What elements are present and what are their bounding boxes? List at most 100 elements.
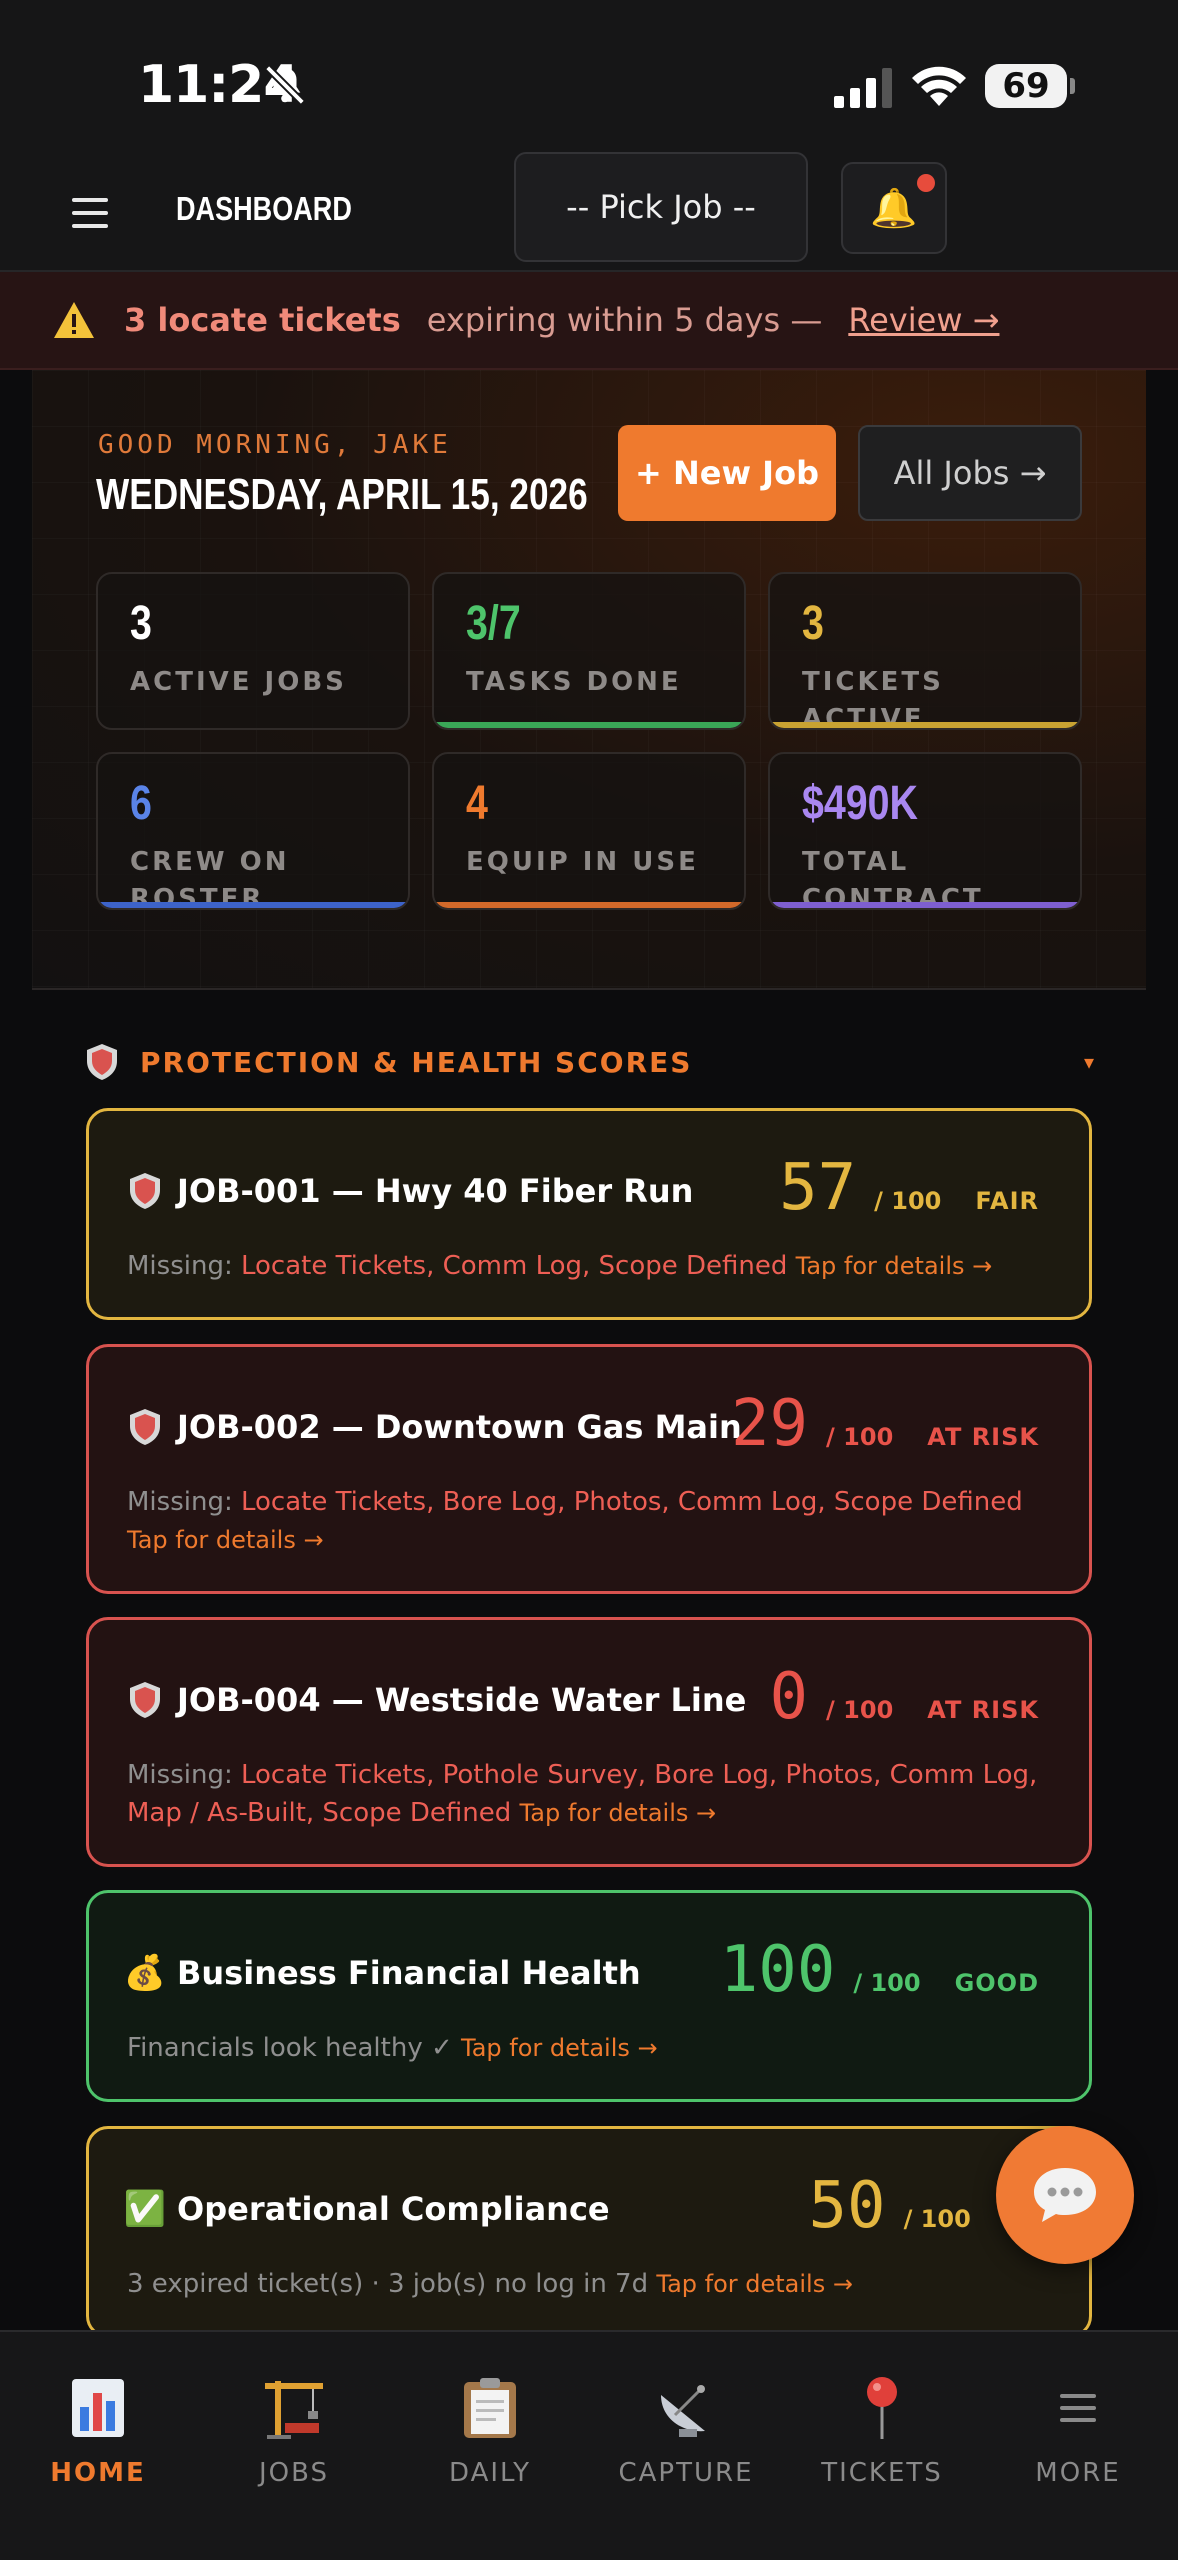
stat-value: 3 — [130, 597, 152, 650]
app-header: DASHBOARD -- Pick Job -- 🔔 — [0, 150, 1178, 272]
check-mark-icon: ✅ — [123, 2189, 167, 2229]
stat-crew-on-roster[interactable]: 6 CREW ON ROSTER — [96, 752, 410, 910]
warning-icon — [54, 302, 94, 338]
nav-more[interactable]: MORE — [980, 2372, 1176, 2488]
score-denominator: / 100 — [903, 2205, 971, 2233]
shield-icon — [130, 1409, 160, 1445]
missing-items: Locate Tickets, Comm Log, Scope Defined — [240, 1251, 788, 1281]
satellite-dish-icon — [661, 2385, 705, 2437]
nav-label: DAILY — [449, 2458, 531, 2488]
shield-icon — [130, 1682, 160, 1718]
menu-icon — [1060, 2394, 1096, 2422]
shield-icon — [87, 1044, 117, 1080]
tap-details-link[interactable]: Tap for details → — [461, 2034, 658, 2062]
pick-job-select[interactable]: -- Pick Job -- — [514, 152, 808, 262]
stat-label: TOTAL CONTRACT — [802, 847, 984, 910]
score: 57 / 100 FAIR — [779, 1151, 1039, 1225]
notifications-button[interactable]: 🔔 — [841, 162, 947, 254]
nav-jobs[interactable]: JOBS — [196, 2372, 392, 2488]
score: 100 / 100 GOOD — [720, 1933, 1039, 2007]
stat-value: 3/7 — [466, 597, 521, 650]
hamburger-menu-icon[interactable] — [72, 198, 108, 228]
score-value: 57 — [779, 1151, 857, 1225]
card-title-text: JOB-002 — Downtown Gas Main — [177, 1408, 742, 1446]
missing-prefix: Missing: — [127, 1760, 233, 1790]
score-status: GOOD — [954, 1969, 1039, 1997]
score-status: AT RISK — [927, 1696, 1039, 1724]
nav-tickets[interactable]: TICKETS — [784, 2372, 980, 2488]
card-title: ✅ Operational Compliance — [123, 2189, 610, 2229]
battery-icon: 69 — [985, 64, 1075, 108]
stat-tasks-done[interactable]: 3/7 TASKS DONE — [432, 572, 746, 730]
nav-label: TICKETS — [821, 2458, 943, 2488]
shield-icon — [130, 1173, 160, 1209]
card-title-text: JOB-004 — Westside Water Line — [177, 1681, 747, 1719]
nav-label: JOBS — [258, 2458, 330, 2488]
stat-value: $490K — [802, 777, 918, 830]
stat-label: ACTIVE JOBS — [130, 667, 347, 697]
status-bar: 11:24 69 — [0, 0, 1178, 150]
stat-total-contract[interactable]: $490K TOTAL CONTRACT — [768, 752, 1082, 910]
greeting: GOOD MORNING, JAKE — [98, 430, 452, 460]
tap-details-link[interactable]: Tap for details → — [127, 1526, 324, 1554]
stat-equip-in-use[interactable]: 4 EQUIP IN USE — [432, 752, 746, 910]
stat-label: CREW ON ROSTER — [130, 847, 290, 910]
card-detail: 3 expired ticket(s) · 3 job(s) no log in… — [127, 2265, 1053, 2303]
chevron-down-icon[interactable]: ▾ — [1084, 1050, 1094, 1074]
all-jobs-button[interactable]: All Jobs → — [858, 425, 1082, 521]
stat-tickets-active[interactable]: 3 TICKETS ACTIVE — [768, 572, 1082, 730]
card-detail: Missing: Locate Tickets, Bore Log, Photo… — [127, 1483, 1053, 1559]
alert-text: expiring within 5 days — — [426, 301, 823, 339]
clipboard-icon — [464, 2378, 516, 2438]
score-card-job-001[interactable]: JOB-001 — Hwy 40 Fiber Run 57 / 100 FAIR… — [86, 1108, 1092, 1320]
stat-label: EQUIP IN USE — [466, 847, 699, 877]
review-link[interactable]: Review → — [848, 301, 999, 339]
nav-capture[interactable]: CAPTURE — [588, 2372, 784, 2488]
score-status: FAIR — [975, 1187, 1039, 1215]
stat-active-jobs[interactable]: 3 ACTIVE JOBS — [96, 572, 410, 730]
card-title: 💰 Business Financial Health — [123, 1953, 641, 1993]
score-status: AT RISK — [927, 1423, 1039, 1451]
stat-value: 4 — [466, 777, 488, 830]
notification-dot — [917, 174, 935, 192]
score-card-operational-compliance[interactable]: ✅ Operational Compliance 50 / 100 FA 3 e… — [86, 2126, 1092, 2338]
stat-label: TICKETS ACTIVE — [802, 667, 944, 730]
card-title: JOB-001 — Hwy 40 Fiber Run — [127, 1171, 693, 1211]
nav-daily[interactable]: DAILY — [392, 2372, 588, 2488]
bar-chart-icon — [72, 2379, 124, 2437]
health-scores-header[interactable]: PROTECTION & HEALTH SCORES ▾ — [84, 1040, 1094, 1084]
chat-button[interactable] — [996, 2126, 1134, 2264]
score-denominator: / 100 — [826, 1423, 894, 1451]
tap-details-link[interactable]: Tap for details → — [656, 2270, 853, 2298]
card-detail: Missing: Locate Tickets, Comm Log, Scope… — [127, 1247, 1053, 1285]
score-card-job-004[interactable]: JOB-004 — Westside Water Line 0 / 100 AT… — [86, 1617, 1092, 1867]
score: 29 / 100 AT RISK — [731, 1387, 1039, 1461]
stat-accent-bar — [98, 902, 408, 908]
detail-text: Financials look healthy ✓ — [127, 2033, 453, 2063]
stat-label: TASKS DONE — [466, 667, 682, 697]
stat-value: 3 — [802, 597, 824, 650]
missing-prefix: Missing: — [127, 1487, 233, 1517]
tap-details-link[interactable]: Tap for details → — [796, 1252, 993, 1280]
money-bag-icon: 💰 — [123, 1953, 167, 1993]
card-title: JOB-004 — Westside Water Line — [127, 1680, 746, 1720]
stat-accent-bar — [434, 902, 744, 908]
score-value: 0 — [769, 1660, 809, 1734]
nav-label: MORE — [1035, 2458, 1121, 2488]
section-title: PROTECTION & HEALTH SCORES — [140, 1045, 693, 1079]
nav-home[interactable]: HOME — [0, 2372, 196, 2488]
score-value: 50 — [808, 2169, 886, 2243]
score-card-financial-health[interactable]: 💰 Business Financial Health 100 / 100 GO… — [86, 1890, 1092, 2102]
bell-icon: 🔔 — [870, 185, 918, 230]
tap-details-link[interactable]: Tap for details → — [520, 1799, 717, 1827]
new-job-button[interactable]: + New Job — [618, 425, 836, 521]
stat-accent-bar — [770, 902, 1080, 908]
score: 0 / 100 AT RISK — [770, 1660, 1039, 1734]
alert-count: 3 locate tickets — [124, 301, 401, 339]
score-value: 100 — [719, 1933, 836, 2007]
score-denominator: / 100 — [853, 1969, 921, 1997]
silent-bell-icon — [265, 65, 305, 105]
score-card-job-002[interactable]: JOB-002 — Downtown Gas Main 29 / 100 AT … — [86, 1344, 1092, 1594]
bottom-nav: HOME JOBS DAILY CAPTURE TICKETS MORE — [0, 2330, 1178, 2560]
stat-accent-bar — [770, 722, 1080, 728]
